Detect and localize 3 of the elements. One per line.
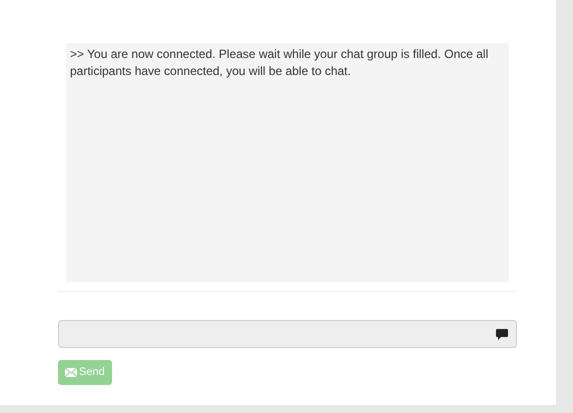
envelope-icon [65, 368, 77, 377]
chat-message: >> You are now connected. Please wait while your chat group is filled. Once all participants have connected, you will be able to chat. [70, 46, 490, 80]
speech-bubble-icon [496, 328, 508, 340]
